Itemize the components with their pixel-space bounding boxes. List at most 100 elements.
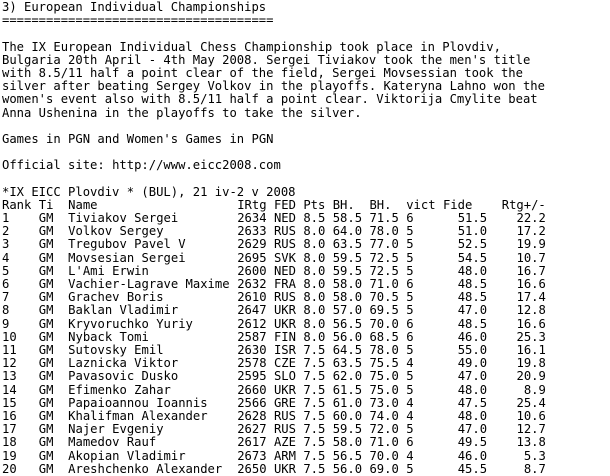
cell-bh1: 59.5 — [332, 250, 363, 265]
cell-vict: 5 — [406, 369, 414, 384]
cell-bh1: 56.5 — [332, 316, 363, 331]
cell-rtg-change: 13.8 — [516, 435, 546, 450]
cell-irtg: 2650 — [237, 461, 267, 476]
cell-title: GM — [38, 382, 54, 397]
cell-irtg: 2617 — [237, 435, 267, 450]
table-row: 19 GM Akopian Vladimir 2673 ARM 7.5 56.5 70.0 4 4… — [2, 448, 546, 463]
cell-title: GM — [38, 435, 54, 450]
cell-fed: AZE — [273, 435, 296, 450]
cell-name: Tregubov Pavel V — [68, 237, 186, 252]
table-row: 13 GM Pavasovic Dusko 2595 SLO 7.5 62.0 75.0 5 47… — [2, 370, 546, 383]
cell-fide: 54.5 — [457, 250, 488, 265]
cell-title: GM — [38, 237, 54, 252]
cell-pts: 8.0 — [303, 303, 326, 318]
cell-pts: 7.5 — [303, 448, 326, 463]
cell-irtg: 2629 — [237, 237, 267, 252]
cell-bh2: 70.0 — [369, 316, 399, 331]
cell-fed: ARM — [273, 448, 296, 463]
pgn-link[interactable]: PGN — [68, 132, 90, 146]
cell-name: Baklan Vladimir — [68, 303, 179, 318]
games-middle: and — [90, 131, 127, 146]
cell-fide: 52.5 — [457, 237, 488, 252]
cell-title: GM — [38, 250, 54, 265]
intro-line: Bulgaria 20th April - 4th May 2008. Serg… — [2, 52, 531, 67]
cell-rtg-change: 20.9 — [516, 369, 546, 384]
intro-line: Anna Ushenina in the playoffs to take th… — [2, 105, 362, 120]
cell-bh1: 56.0 — [332, 461, 363, 476]
cell-rank: 14 — [2, 382, 17, 397]
cell-irtg: 2695 — [237, 250, 267, 265]
cell-fide: 48.5 — [457, 316, 488, 331]
cell-pts: 8.0 — [303, 316, 326, 331]
cell-name: Mamedov Rauf — [68, 435, 157, 450]
cell-fed: UKR — [273, 316, 296, 331]
cell-pts: 8.0 — [303, 237, 326, 252]
cell-rtg-change: 5.3 — [523, 448, 546, 463]
table-row: 3 GM Tregubov Pavel V 2629 RUS 8.0 63.5 77.0 5 52… — [2, 238, 546, 251]
cell-rank: 3 — [2, 237, 10, 252]
cell-name: Pavasovic Dusko — [68, 369, 179, 384]
cell-name: Areshchenko Alexander — [68, 461, 223, 476]
womens-games-link[interactable]: Women's Games in PGN — [127, 132, 274, 146]
official-site-link[interactable]: http://www.eicc2008.com — [112, 158, 281, 172]
cell-rtg-change: 8.7 — [523, 461, 546, 476]
cell-fed: SVK — [273, 250, 296, 265]
cell-bh2: 75.0 — [369, 382, 399, 397]
intro-paragraph: The IX European Individual Chess Champio… — [2, 39, 610, 120]
cell-fide: 47.0 — [457, 369, 488, 384]
cell-bh2: 75.0 — [369, 369, 399, 384]
cell-fide: 45.5 — [457, 461, 488, 476]
cell-irtg: 2595 — [237, 369, 267, 384]
cell-irtg: 2673 — [237, 448, 267, 463]
cell-fed: SLO — [273, 369, 296, 384]
cell-title: GM — [38, 369, 54, 384]
cell-rank: 18 — [2, 435, 17, 450]
cell-bh2: 69.0 — [369, 461, 399, 476]
cell-bh2: 70.0 — [369, 448, 399, 463]
games-prefix: Games in — [2, 131, 69, 146]
cell-title: GM — [38, 303, 54, 318]
table-body: 1 GM Tiviakov Sergei 2634 NED 8.5 58.5 71.5 6 51.… — [2, 211, 546, 476]
cell-fide: 49.5 — [457, 435, 488, 450]
cell-fide: 48.0 — [457, 382, 488, 397]
cell-vict: 4 — [406, 448, 414, 463]
cell-bh1: 58.0 — [332, 435, 363, 450]
cell-rtg-change: 8.9 — [523, 382, 546, 397]
cell-fed: UKR — [273, 382, 296, 397]
cell-vict: 5 — [406, 382, 414, 397]
cell-rank: 9 — [2, 316, 10, 331]
intro-line: The IX European Individual Chess Champio… — [2, 39, 501, 54]
table-row: 20 GM Areshchenko Alexander 2650 UKR 7.5 56.0 6… — [2, 461, 546, 476]
official-site-label: Official site: — [2, 158, 113, 173]
cell-bh2: 71.0 — [369, 435, 399, 450]
cell-irtg: 2647 — [237, 303, 267, 318]
table-row: 8 GM Baklan Vladimir 2647 UKR 8.0 57.0 69.5 5 47.… — [2, 304, 546, 317]
intro-line: women's event also with 8.5/11 half a po… — [2, 92, 538, 107]
cell-name: Kryvoruchko Yuriy — [68, 316, 193, 331]
cell-vict: 5 — [406, 237, 414, 252]
cell-vict: 5 — [406, 250, 414, 265]
cell-bh1: 62.0 — [332, 369, 363, 384]
cell-rank: 13 — [2, 369, 17, 384]
event-line: *IX EICC Plovdiv * (BUL), 21 iv-2 v 2008 — [2, 184, 296, 199]
cell-bh1: 63.5 — [332, 237, 363, 252]
cell-fed: UKR — [273, 461, 296, 476]
cell-bh2: 72.5 — [369, 250, 399, 265]
cell-name: Movsesian Sergei — [68, 250, 186, 265]
cell-rank: 4 — [2, 250, 10, 265]
results-table: Rank Ti Name IRtg FED Pts BH. BH. vict Fide Rtg+/-… — [2, 198, 546, 476]
cell-name: Akopian Vladimir — [68, 448, 186, 463]
cell-rank: 19 — [2, 448, 17, 463]
cell-bh1: 56.5 — [332, 448, 363, 463]
cell-fide: 47.0 — [457, 303, 488, 318]
cell-bh1: 61.5 — [332, 382, 363, 397]
official-site-line: Official site: http://www.eicc2008.com — [2, 159, 610, 172]
cell-rank: 20 — [2, 461, 17, 476]
cell-irtg: 2612 — [237, 316, 267, 331]
cell-bh1: 57.0 — [332, 303, 363, 318]
cell-title: GM — [38, 448, 54, 463]
cell-bh2: 77.0 — [369, 237, 399, 252]
cell-rtg-change: 16.6 — [516, 316, 546, 331]
